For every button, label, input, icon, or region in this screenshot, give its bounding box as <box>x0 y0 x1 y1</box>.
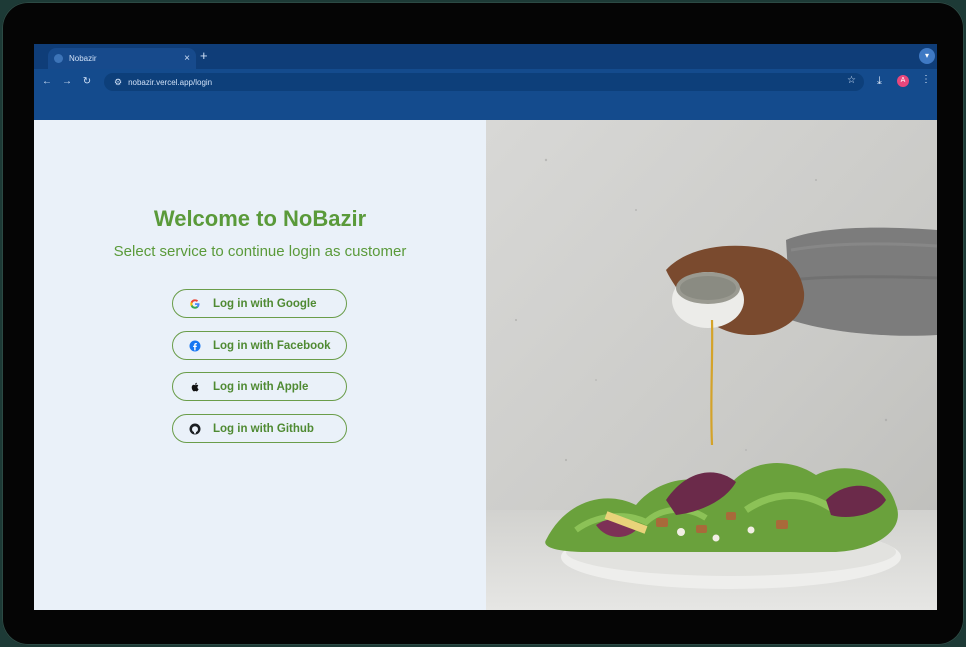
new-tab-icon[interactable]: + <box>200 49 208 63</box>
tab-close-icon[interactable]: × <box>184 53 190 64</box>
download-icon[interactable]: ⤓ <box>877 75 882 88</box>
facebook-login-label: Log in with Facebook <box>213 339 331 352</box>
page-subtitle: Select service to continue login as cust… <box>113 243 407 260</box>
browser-toolbar: ← → ↻ ⚙ nobazir.vercel.app/login ☆ ⤓ A ⋮ <box>34 69 937 120</box>
google-icon <box>189 298 201 310</box>
hero-image <box>486 120 937 610</box>
address-bar[interactable]: ⚙ nobazir.vercel.app/login ☆ <box>104 73 864 91</box>
facebook-icon <box>189 340 201 352</box>
github-icon <box>189 423 201 435</box>
facebook-login-button[interactable]: Log in with Facebook <box>172 331 347 360</box>
forward-icon[interactable]: → <box>60 75 74 89</box>
page-content: Welcome to NoBazir Select service to con… <box>34 120 937 610</box>
profile-avatar[interactable]: A <box>897 75 909 87</box>
menu-icon[interactable]: ⋮ <box>921 74 931 85</box>
laptop-frame: Nobazir × + ▾ ← → ↻ ⚙ nobazir.vercel.app… <box>2 2 964 645</box>
browser-tab[interactable]: Nobazir × <box>48 48 196 69</box>
tab-search-icon[interactable]: ▾ <box>919 48 935 64</box>
apple-login-button[interactable]: Log in with Apple <box>172 372 347 401</box>
tab-title: Nobazir <box>69 54 97 63</box>
back-icon[interactable]: ← <box>40 75 54 89</box>
tab-bar: Nobazir × + ▾ <box>34 44 937 69</box>
browser-window: Nobazir × + ▾ ← → ↻ ⚙ nobazir.vercel.app… <box>34 44 937 610</box>
google-login-label: Log in with Google <box>213 297 317 310</box>
url-text: nobazir.vercel.app/login <box>128 77 213 87</box>
site-info-icon[interactable]: ⚙ <box>114 77 122 88</box>
github-login-button[interactable]: Log in with Github <box>172 414 347 443</box>
github-login-label: Log in with Github <box>213 422 314 435</box>
reload-icon[interactable]: ↻ <box>80 75 94 89</box>
favicon-icon <box>54 54 63 63</box>
salad-photo <box>486 120 937 610</box>
apple-icon <box>189 381 201 393</box>
bookmark-star-icon[interactable]: ☆ <box>847 75 856 86</box>
google-login-button[interactable]: Log in with Google <box>172 289 347 318</box>
page-title: Welcome to NoBazir <box>153 206 367 231</box>
apple-login-label: Log in with Apple <box>213 380 309 393</box>
login-panel: Welcome to NoBazir Select service to con… <box>34 120 486 610</box>
